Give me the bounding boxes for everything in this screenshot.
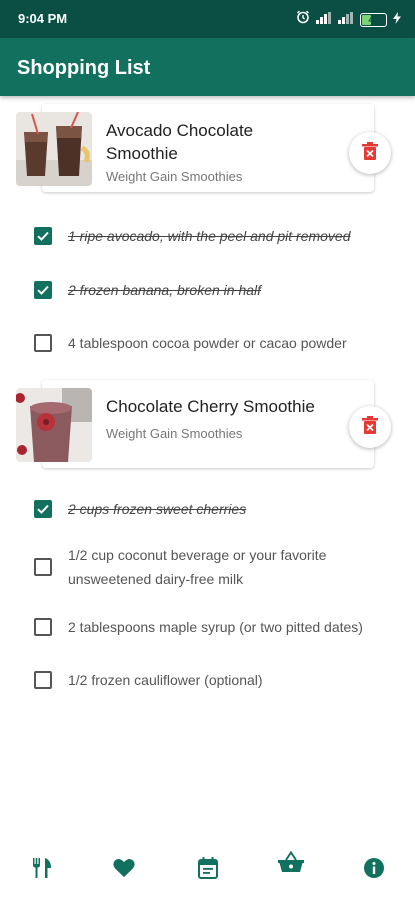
fork-knife-icon [31,857,53,884]
checkbox-unchecked[interactable] [34,671,52,689]
nav-planner[interactable] [194,856,222,884]
app-bar: Shopping List [0,38,415,96]
info-icon [363,857,385,884]
ingredient-label: 2 cups frozen sweet cherries [68,501,247,517]
status-bar: 9:04 PM 42 [0,0,415,38]
status-time: 9:04 PM [18,11,68,26]
nav-favorites[interactable] [110,856,138,884]
trash-icon [362,415,378,439]
signal-icon-2 [338,11,354,29]
ingredient-label: 2 frozen banana, broken in half [68,282,262,298]
ingredient-item[interactable]: 1 ripe avocado, with the peel and pit re… [34,224,399,248]
page-title: Shopping List [17,57,151,79]
ingredient-item[interactable]: 1/2 frozen cauliflower (optional) [34,668,399,692]
signal-icon [316,11,332,29]
nav-recipes[interactable] [28,856,56,884]
delete-recipe-button[interactable] [349,406,391,448]
status-icons: 42 [296,10,401,29]
checkbox-unchecked[interactable] [34,618,52,636]
checkbox-unchecked[interactable] [34,558,52,576]
ingredient-label: 1/2 cup coconut beverage or your favorit… [68,547,327,587]
ingredient-item[interactable]: 2 tablespoons maple syrup (or two pitted… [34,615,399,639]
recipe-category: Weight Gain Smoothies [106,169,243,184]
ingredient-label: 4 tablespoon cocoa powder or cacao powde… [68,335,347,351]
recipe-title: Avocado Chocolate Smoothie [106,121,254,163]
recipe-category: Weight Gain Smoothies [106,426,243,441]
ingredient-label: 1 ripe avocado, with the peel and pit re… [68,228,351,244]
checkbox-unchecked[interactable] [34,334,52,352]
bottom-nav [0,840,415,900]
ingredient-item[interactable]: 2 cups frozen sweet cherries [34,497,399,521]
recipe-title: Chocolate Cherry Smoothie [106,397,315,416]
recipe-card-avocado[interactable]: Avocado Chocolate Smoothie Weight Gain S… [16,104,391,192]
delete-recipe-button[interactable] [349,132,391,174]
checkbox-checked[interactable] [34,227,52,245]
checkbox-checked[interactable] [34,281,52,299]
ingredient-label: 2 tablespoons maple syrup (or two pitted… [68,619,363,635]
recipe-image-cherry [16,388,92,462]
recipe-text: Chocolate Cherry Smoothie Weight Gain Sm… [106,395,316,441]
recipe-text: Avocado Chocolate Smoothie Weight Gain S… [106,119,316,184]
nav-shopping-list[interactable] [277,850,305,878]
charging-icon [393,11,401,29]
ingredient-item[interactable]: 2 frozen banana, broken in half [34,278,399,302]
checkbox-checked[interactable] [34,500,52,518]
calendar-icon [198,856,218,884]
battery-icon: 42 [360,12,387,27]
ingredient-label: 1/2 frozen cauliflower (optional) [68,672,263,688]
trash-icon [362,141,378,165]
ingredient-item[interactable]: 4 tablespoon cocoa powder or cacao powde… [34,331,399,355]
recipe-card-cherry[interactable]: Chocolate Cherry Smoothie Weight Gain Sm… [16,380,391,468]
heart-icon [113,858,135,883]
recipe-image-avocado [16,112,92,186]
basket-icon [278,850,304,878]
alarm-icon [296,10,310,29]
ingredient-item[interactable]: 1/2 cup coconut beverage or your favorit… [34,543,399,591]
battery-percent: 42 [368,14,379,25]
nav-info[interactable] [360,856,388,884]
